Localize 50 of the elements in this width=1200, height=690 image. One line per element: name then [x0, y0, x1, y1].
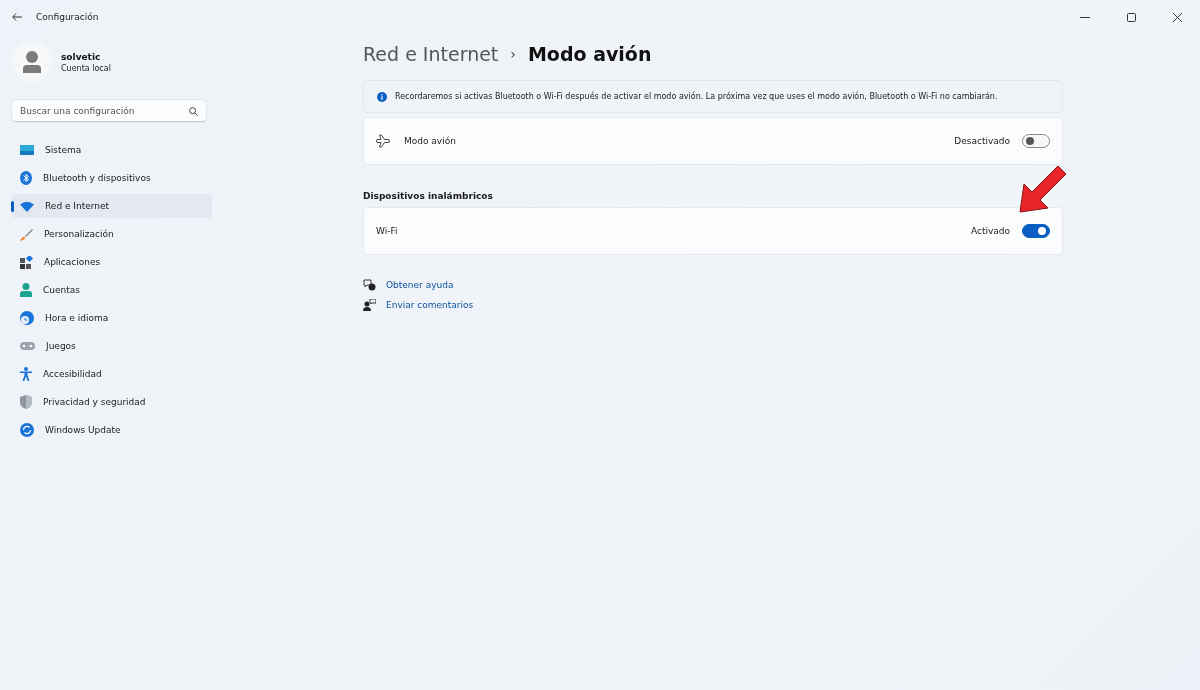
help-link[interactable]: Enviar comentarios	[386, 300, 474, 310]
person-silhouette-icon	[22, 51, 42, 73]
shield-icon	[20, 395, 32, 409]
apps-icon	[20, 255, 33, 269]
feedback-icon	[363, 299, 376, 311]
toggle-status: Desactivado	[954, 136, 1010, 146]
accessibility-icon	[20, 367, 32, 381]
sidebar-item[interactable]: Hora e idioma	[12, 306, 212, 330]
sidebar-item[interactable]: Windows Update	[12, 418, 212, 442]
toggle-status: Activado	[970, 226, 1010, 236]
breadcrumb-link[interactable]: Red e Internet	[363, 43, 499, 65]
close-icon	[1172, 12, 1182, 22]
sidebar-item[interactable]: Bluetooth y dispositivos	[12, 166, 212, 190]
minimize-icon	[1080, 16, 1090, 18]
setting-label: Modo avión	[404, 136, 456, 146]
sidebar-item[interactable]: Accesibilidad	[12, 362, 212, 386]
window-title: Configuración	[36, 12, 99, 22]
globe-clock-icon	[20, 311, 34, 325]
back-arrow-icon[interactable]	[12, 13, 22, 21]
sidebar-item[interactable]: Cuentas	[12, 278, 212, 302]
info-icon	[377, 91, 387, 102]
breadcrumb-separator: ›	[510, 46, 516, 62]
toggle-switch[interactable]	[1022, 134, 1050, 148]
wifi-icon	[20, 200, 34, 212]
search-icon	[189, 107, 198, 116]
section-title: Dispositivos inalámbricos	[363, 191, 494, 201]
sidebar-item[interactable]: Privacidad y seguridad	[12, 390, 212, 414]
account-name: solvetic	[61, 51, 102, 62]
account-type: Cuenta local	[61, 63, 111, 73]
sidebar-item[interactable]: Aplicaciones	[12, 250, 212, 274]
help-link[interactable]: Obtener ayuda	[386, 280, 454, 290]
setting-label: Wi-Fi	[376, 226, 398, 236]
search-field[interactable]: Buscar una configuración	[12, 100, 206, 122]
page-title: Modo avión	[527, 43, 652, 65]
bluetooth-icon	[20, 171, 32, 185]
sidebar-item[interactable]: Sistema	[12, 138, 212, 162]
sidebar-item[interactable]: Personalización	[12, 222, 212, 246]
airplane-icon	[376, 134, 390, 148]
help-chat-icon	[363, 279, 376, 291]
brush-icon	[20, 227, 33, 241]
person-icon	[20, 283, 32, 297]
update-icon	[20, 423, 34, 437]
toggle-switch[interactable]	[1022, 224, 1050, 238]
sidebar-item[interactable]: Red e Internet	[12, 194, 212, 218]
info-text: Recordaremos si activas Bluetooth o Wi-Fi después de activar el modo avión. La próxima vez que uses el modo avión, Bluetooth o Wi-Fi no cambiarán.	[395, 92, 998, 101]
monitor-icon	[20, 144, 34, 156]
gamepad-icon	[20, 341, 35, 351]
annotation-arrow	[1019, 165, 1067, 213]
maximize-icon	[1126, 12, 1136, 22]
sidebar-item[interactable]: Juegos	[12, 334, 212, 358]
